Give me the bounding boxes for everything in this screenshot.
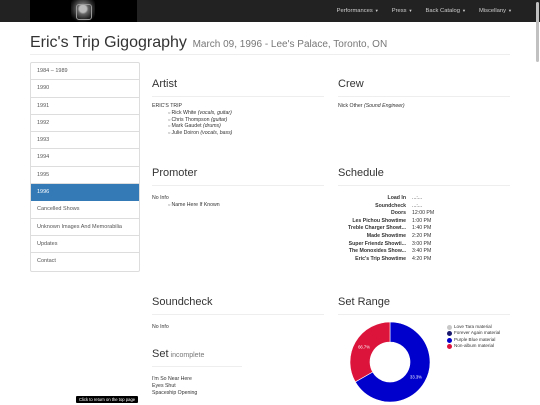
- schedule-row: Treble Charger Showt... 1:40 PM: [348, 225, 432, 232]
- set-list: I'm So Near Here Eyes Shut Spaceship Ope…: [152, 376, 197, 396]
- artist-name: ERIC'S TRIP: [152, 103, 183, 109]
- soundcheck-heading: Soundcheck: [152, 296, 213, 308]
- sidebar-item-1993[interactable]: 1993: [31, 132, 139, 150]
- promoter-item: Name Here If Known: [168, 202, 220, 209]
- site-logo[interactable]: [30, 0, 137, 22]
- page-scrollbar[interactable]: [536, 2, 539, 62]
- schedule-row: The Monoxides Show... 3:40 PM: [348, 248, 432, 255]
- set-status: incomplete: [170, 352, 205, 359]
- nav-miscellany[interactable]: Miscellany ▼: [479, 8, 512, 14]
- set-range-donut-chart: 33.3% 66.7%: [349, 321, 431, 403]
- promoter-info: No Info: [152, 195, 169, 201]
- page-title-main: Eric's Trip Gigography: [30, 34, 187, 51]
- schedule-heading: Schedule: [338, 167, 384, 179]
- schedule-row: Eric's Trip Showtime 4:20 PM: [355, 255, 432, 262]
- promoter-divider: [152, 185, 324, 186]
- artist-heading: Artist: [152, 78, 178, 90]
- schedule-row: Super Friendz Showti... 3:00 PM: [348, 240, 432, 247]
- set-song: I'm So Near Here: [152, 376, 192, 382]
- sidebar-item-1992[interactable]: 1992: [31, 115, 139, 133]
- set-song: Spaceship Opening: [152, 389, 198, 396]
- donut-slice-label: 33.3%: [410, 375, 422, 380]
- member-list: Rick White (vocals, guitar) Chris Thomps…: [152, 110, 233, 137]
- sidebar-item-1995[interactable]: 1995: [31, 167, 139, 185]
- legend-swatch: [447, 337, 452, 343]
- promoter-heading: Promoter: [152, 167, 198, 179]
- sidebar: 1984 – 1989 1990 1991 1992 1993 1994 199…: [30, 62, 140, 272]
- promoter-block: No Info Name Here If Known: [152, 195, 220, 209]
- set-heading: Set incomplete: [152, 348, 205, 360]
- page-title-subtitle: March 09, 1996 - Lee's Palace, Toronto, …: [192, 39, 388, 50]
- legend-swatch: [447, 344, 452, 350]
- caret-down-icon: ▼: [374, 8, 379, 13]
- crew-member: Nick Other (Sound Engineer): [338, 103, 405, 109]
- nav-performances[interactable]: Performances ▼: [337, 8, 379, 14]
- artist-divider: [152, 96, 324, 97]
- legend-item: Non-album material: [447, 343, 500, 350]
- nav-back-catalog[interactable]: Back Catalog ▼: [426, 8, 466, 14]
- sidebar-item-1996[interactable]: 1996: [31, 184, 139, 202]
- caret-down-icon: ▼: [408, 8, 413, 13]
- soundcheck-divider: [152, 314, 324, 315]
- caret-down-icon: ▼: [508, 8, 512, 13]
- schedule-row: Load In...:...: [387, 195, 423, 201]
- sidebar-item-unknown-images[interactable]: Unknown Images And Memorabilia: [31, 219, 139, 236]
- legend-swatch: [447, 324, 452, 330]
- donut-slice-label: 66.7%: [358, 344, 370, 349]
- set-range-legend: Love Tara material Forever Again materia…: [447, 324, 500, 350]
- back-to-top-tooltip[interactable]: Click to return on the top page: [76, 396, 139, 403]
- legend-swatch: [447, 331, 452, 337]
- title-divider: [30, 54, 510, 55]
- schedule-list: Load In...:... Soundcheck...:... Doors 12…: [338, 195, 434, 263]
- navbar: Performances ▼ Press ▼ Back Catalog ▼ Misce…: [0, 0, 540, 22]
- sidebar-item-1994[interactable]: 1994: [31, 149, 139, 167]
- sidebar-item-1984-1989[interactable]: 1984 – 1989: [31, 63, 139, 81]
- set-range-heading: Set Range: [338, 296, 390, 308]
- logo-image: [71, 0, 95, 22]
- member-item: Chris Thompson (guitar): [168, 117, 232, 124]
- schedule-row: Doors 12:00 PM: [391, 210, 435, 217]
- sidebar-item-contact[interactable]: Contact: [31, 253, 139, 270]
- soundcheck-info: No Info: [152, 324, 169, 330]
- member-item: Mark Gaudet (drums): [168, 123, 232, 130]
- schedule-row: Made Showtime 2:20 PM: [366, 232, 432, 239]
- set-range-divider: [338, 314, 510, 315]
- artist-block: ERIC'S TRIP Rick White (vocals, guitar) …: [152, 103, 232, 137]
- donut-slice-non-album-material[interactable]: [349, 321, 391, 383]
- schedule-row: Soundcheck...:...: [375, 202, 423, 209]
- member-item: Rick White (vocals, guitar): [168, 110, 232, 117]
- sidebar-item-updates[interactable]: Updates: [31, 236, 139, 254]
- set-song: Eyes Shut: [152, 382, 176, 389]
- sidebar-item-cancelled-shows[interactable]: Cancelled Shows: [31, 201, 139, 219]
- sidebar-item-1990[interactable]: 1990: [31, 80, 139, 98]
- crew-divider: [338, 96, 510, 97]
- promoter-list: Name Here If Known: [152, 202, 220, 209]
- page-title: Eric's Trip Gigography March 09, 1996 - …: [30, 34, 510, 52]
- sidebar-item-1991[interactable]: 1991: [31, 98, 139, 115]
- member-item: Julie Doiron (vocals, bass): [168, 130, 233, 137]
- schedule-row: Les Pichou Showtime 1:00 PM: [352, 217, 432, 224]
- set-divider: [152, 366, 242, 367]
- schedule-divider: [338, 185, 510, 186]
- nav-menu: Performances ▼ Press ▼ Back Catalog ▼ Misce…: [324, 0, 512, 22]
- nav-press[interactable]: Press ▼: [392, 8, 413, 14]
- crew-heading: Crew: [338, 78, 364, 90]
- caret-down-icon: ▼: [462, 8, 466, 13]
